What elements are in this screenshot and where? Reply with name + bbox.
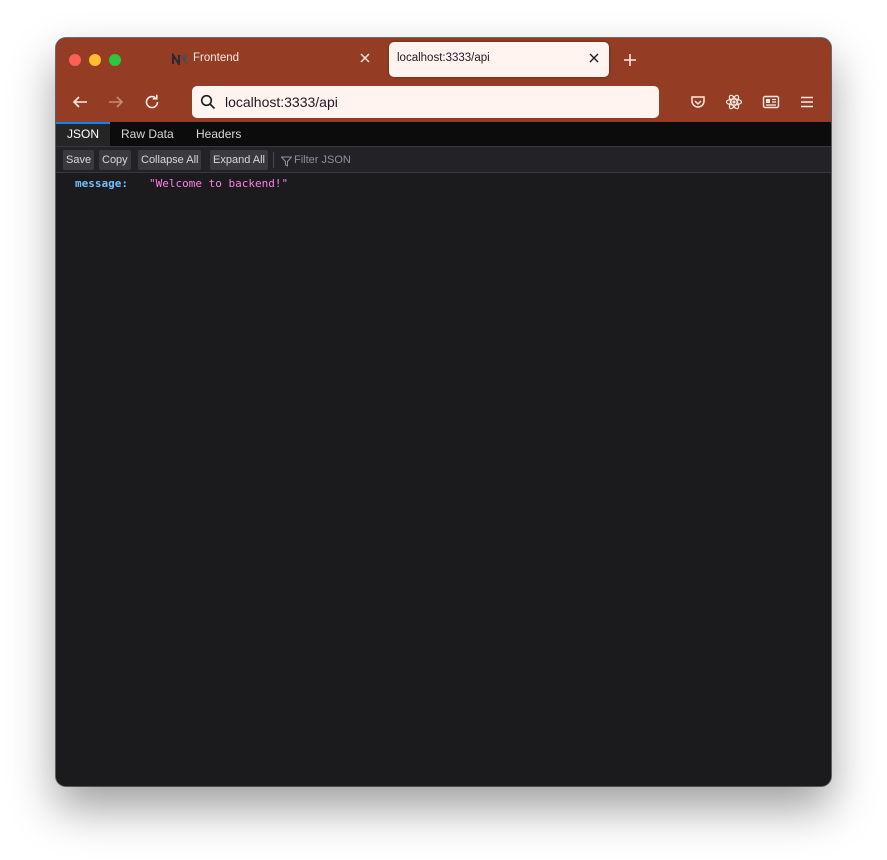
reader-view-icon[interactable]	[762, 93, 780, 111]
close-icon[interactable]	[587, 51, 601, 65]
tab-raw-data[interactable]: Raw Data	[110, 122, 185, 146]
tab-strip: Frontend localhost:3333/api	[56, 38, 831, 82]
window-maximize-button[interactable]	[109, 54, 121, 66]
browser-window: Frontend localhost:3333/api localhost:33…	[56, 38, 831, 786]
tab-frontend[interactable]: Frontend	[160, 42, 380, 77]
tab-json[interactable]: JSON	[56, 122, 111, 146]
json-viewer-tabs: JSON Raw Data Headers	[56, 122, 831, 147]
save-button[interactable]: Save	[63, 150, 95, 170]
window-minimize-button[interactable]	[89, 54, 101, 66]
json-tree: message: "Welcome to backend!"	[56, 173, 831, 786]
back-arrow-icon[interactable]	[71, 93, 89, 111]
tab-title: Frontend	[193, 52, 240, 64]
copy-button[interactable]: Copy	[99, 150, 131, 170]
nx-logo-icon	[172, 51, 188, 68]
url-text[interactable]: localhost:3333/api	[225, 94, 338, 110]
navigation-toolbar: localhost:3333/api	[56, 82, 831, 122]
react-devtools-icon[interactable]	[725, 93, 743, 111]
forward-arrow-icon[interactable]	[107, 93, 125, 111]
json-key: message:	[75, 177, 128, 190]
pocket-icon[interactable]	[689, 93, 707, 111]
filter-icon	[280, 154, 293, 167]
menu-icon[interactable]	[798, 93, 816, 111]
toolbar-divider	[273, 152, 274, 168]
tab-title: localhost:3333/api	[397, 52, 490, 64]
search-icon	[200, 94, 216, 110]
json-string-value: "Welcome to backend!"	[149, 177, 289, 190]
reload-icon[interactable]	[143, 93, 161, 111]
window-close-button[interactable]	[69, 54, 81, 66]
filter-json-input[interactable]	[294, 150, 494, 170]
tab-localhost-api[interactable]: localhost:3333/api	[389, 42, 609, 77]
expand-all-button[interactable]: Expand All	[210, 150, 268, 170]
tab-headers[interactable]: Headers	[185, 122, 252, 146]
close-icon[interactable]	[358, 51, 372, 65]
new-tab-button[interactable]	[622, 52, 638, 68]
collapse-all-button[interactable]: Collapse All	[138, 150, 202, 170]
address-bar[interactable]: localhost:3333/api	[192, 86, 659, 118]
json-viewer-toolbar: Save Copy Collapse All Expand All	[56, 147, 831, 173]
